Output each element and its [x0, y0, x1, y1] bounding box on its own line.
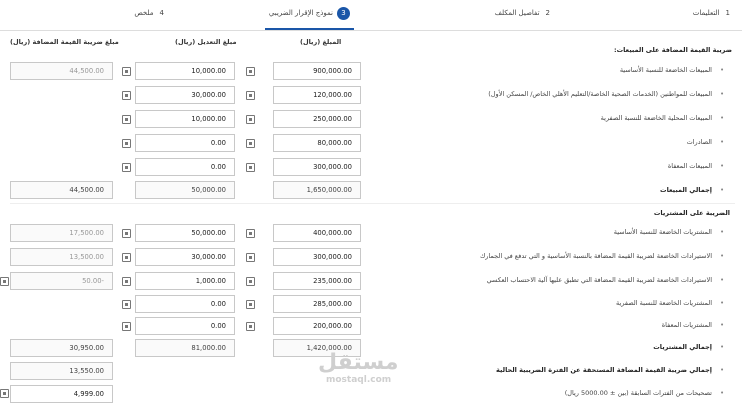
sales-section-title: ضريبة القيمة المضافة على المبيعات: [613, 46, 732, 54]
bullet: • [720, 321, 725, 329]
calculator-icon[interactable] [122, 163, 131, 172]
bullet: • [720, 66, 725, 74]
bullet: • [720, 389, 725, 397]
purchases-amount-input[interactable]: 300,000.00 [273, 248, 361, 266]
sales-amount-input[interactable]: 120,000.00 [273, 86, 361, 104]
calculator-icon[interactable] [122, 322, 131, 331]
bullet: • [720, 228, 725, 236]
step-number-badge: 3 [337, 6, 350, 20]
calculator-icon[interactable] [122, 253, 131, 262]
purchases-amount-input[interactable]: 200,000.00 [273, 317, 361, 335]
step-summary[interactable]: 4ملخص [134, 0, 164, 30]
sales-adjustment-input[interactable]: 10,000.00 [135, 110, 235, 128]
purchases-adjustment-input[interactable]: 0.00 [135, 295, 235, 313]
purchases-row-label: المشتريات المعفاة [661, 321, 712, 329]
purchases-total-vat: 30,950.00 [10, 339, 113, 357]
sales-amount-input[interactable]: 250,000.00 [273, 110, 361, 128]
calculator-icon[interactable] [246, 139, 255, 148]
calculator-icon[interactable] [122, 115, 131, 124]
sales-row-label: المبيعات المعفاة [667, 162, 712, 170]
calculator-icon[interactable] [246, 300, 255, 309]
step-taxpayer-details[interactable]: 2تفاصيل المكلف [495, 0, 550, 30]
calculator-icon[interactable] [246, 277, 255, 286]
divider [10, 203, 735, 204]
sales-row-label: المبيعات المحلية الخاضعة للنسبة الصفرية [600, 114, 712, 122]
calculator-icon[interactable] [246, 115, 255, 124]
step-tax-return-form[interactable]: 3نموذج الإقرار الضريبي [264, 0, 354, 30]
calculator-icon[interactable] [122, 67, 131, 76]
column-header-adjustment: مبلغ التعديل (ريال) [175, 38, 237, 46]
bullet: • [720, 90, 725, 98]
purchases-row-label: الاستيرادات الخاضعة لضريبة القيمة المضاف… [486, 276, 712, 284]
column-header-amount: المبلغ (ريال) [300, 38, 342, 46]
purchases-amount-input[interactable]: 400,000.00 [273, 224, 361, 242]
sales-total-amount: 1,650,000.00 [273, 181, 361, 199]
calculator-icon[interactable] [246, 67, 255, 76]
purchases-adjustment-input[interactable]: 30,000.00 [135, 248, 235, 266]
purchases-vat-field: 50.00- [10, 272, 113, 290]
purchases-row-label: المشتريات الخاضعة للنسبة الأساسية [613, 228, 712, 236]
sales-total-vat: 44,500.00 [10, 181, 113, 199]
sales-amount-input[interactable]: 300,000.00 [273, 158, 361, 176]
bullet: • [720, 276, 725, 284]
purchases-row-label: الاستيرادات الخاضعة لضريبة القيمة المضاف… [479, 252, 712, 260]
purchases-row-label: المشتريات الخاضعة للنسبة الصفرية [615, 299, 712, 307]
purchases-amount-input[interactable]: 285,000.00 [273, 295, 361, 313]
calculator-icon[interactable] [246, 253, 255, 262]
sales-row-label: المبيعات للمواطنين (الخدمات الصحية الخاص… [488, 90, 712, 98]
calculator-icon[interactable] [122, 229, 131, 238]
sales-row-label: المبيعات الخاضعة للنسبة الأساسية [619, 66, 712, 74]
sales-vat-field: 44,500.00 [10, 62, 113, 80]
calculator-icon[interactable] [122, 139, 131, 148]
net-vat-label: إجمالي ضريبة القيمة المضافة المستحقة عن … [496, 366, 712, 374]
sales-adjustment-input[interactable]: 30,000.00 [135, 86, 235, 104]
bullet: • [720, 343, 725, 351]
bullet: • [720, 252, 725, 260]
sales-adjustment-input[interactable]: 10,000.00 [135, 62, 235, 80]
calculator-icon[interactable] [122, 277, 131, 286]
calculator-icon[interactable] [246, 163, 255, 172]
purchases-vat-field: 13,500.00 [10, 248, 113, 266]
bullet: • [720, 299, 725, 307]
calculator-icon[interactable] [0, 277, 9, 286]
sales-adjustment-input[interactable]: 0.00 [135, 134, 235, 152]
calculator-icon[interactable] [0, 389, 9, 398]
sales-total-label: إجمالي المبيعات [660, 186, 712, 194]
calculator-icon[interactable] [122, 91, 131, 100]
purchases-adjustment-input[interactable]: 1,000.00 [135, 272, 235, 290]
net-vat-field: 13,550.00 [10, 362, 113, 380]
purchases-vat-field: 17,500.00 [10, 224, 113, 242]
calculator-icon[interactable] [122, 300, 131, 309]
watermark-logo: مستقل mostaql.com [318, 350, 399, 385]
purchases-total-adjustment: 81,000.00 [135, 339, 235, 357]
sales-total-adjustment: 50,000.00 [135, 181, 235, 199]
corrections-label: تصحيحات من الفترات السابقة (بين ± 5000.0… [564, 389, 712, 397]
bullet: • [720, 138, 725, 146]
sales-row-label: الصادرات [686, 138, 712, 146]
purchases-adjustment-input[interactable]: 50,000.00 [135, 224, 235, 242]
calculator-icon[interactable] [246, 322, 255, 331]
stepper: 1التعليمات 2تفاصيل المكلف 3نموذج الإقرار… [0, 0, 742, 31]
sales-amount-input[interactable]: 900,000.00 [273, 62, 361, 80]
corrections-input[interactable]: 4,999.00 [10, 385, 113, 403]
bullet: • [720, 366, 725, 374]
bullet: • [720, 114, 725, 122]
purchases-amount-input[interactable]: 235,000.00 [273, 272, 361, 290]
sales-adjustment-input[interactable]: 0.00 [135, 158, 235, 176]
bullet: • [720, 186, 725, 194]
column-header-vat: مبلغ ضريبة القيمة المضافة (ريال) [10, 38, 119, 46]
sales-amount-input[interactable]: 80,000.00 [273, 134, 361, 152]
calculator-icon[interactable] [246, 91, 255, 100]
purchases-adjustment-input[interactable]: 0.00 [135, 317, 235, 335]
purchases-total-label: إجمالي المشتريات [653, 343, 712, 351]
step-instructions[interactable]: 1التعليمات [693, 0, 730, 30]
bullet: • [720, 162, 725, 170]
purchases-section-title: الضريبة على المشتريات [653, 209, 730, 217]
calculator-icon[interactable] [246, 229, 255, 238]
